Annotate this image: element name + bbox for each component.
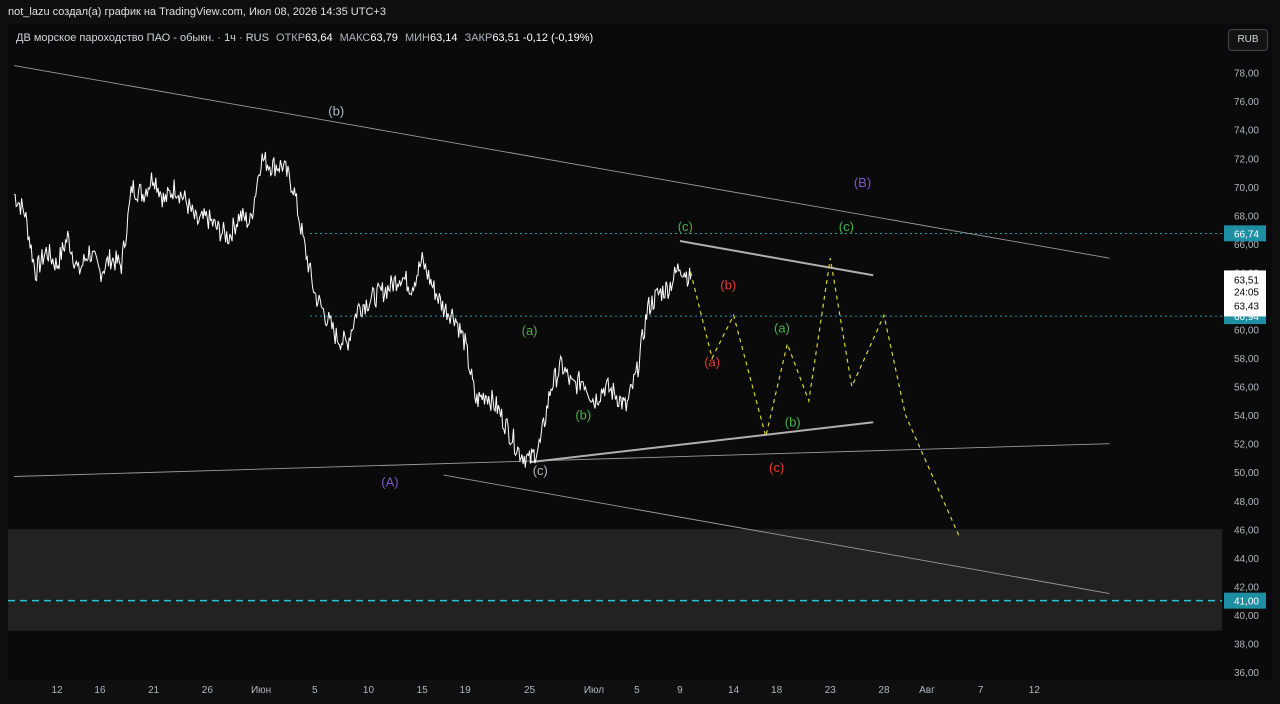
wave-label: (a) bbox=[774, 320, 790, 335]
x-tick-label: 18 bbox=[771, 685, 783, 696]
trend-line bbox=[14, 443, 1110, 477]
high-label: МАКС bbox=[339, 32, 371, 44]
wave-label: (c) bbox=[678, 219, 693, 234]
low-value: 63,14 bbox=[429, 32, 458, 44]
x-tick-label: 12 bbox=[1029, 685, 1041, 696]
x-tick-label: 14 bbox=[728, 685, 740, 696]
x-tick-label: 26 bbox=[202, 685, 214, 696]
y-tick-label: 40,00 bbox=[1234, 611, 1259, 622]
y-tick-label: 68,00 bbox=[1234, 211, 1259, 222]
prev-price-tag: 63,43 bbox=[1234, 301, 1259, 312]
y-tick-label: 48,00 bbox=[1234, 497, 1259, 508]
currency-button[interactable]: RUB bbox=[1228, 29, 1268, 51]
x-tick-label: Июл bbox=[584, 685, 604, 696]
y-tick-label: 66,00 bbox=[1234, 240, 1259, 251]
close-label: ЗАКР bbox=[464, 32, 493, 44]
x-tick-label: 9 bbox=[677, 685, 683, 696]
legend-dot: · bbox=[217, 32, 221, 44]
x-tick-label: 23 bbox=[825, 685, 837, 696]
price-chart[interactable]: (b)(B)(A)(c)(a)(b)(c)(b)(a)(c)(a)(b)(c) … bbox=[0, 0, 1280, 704]
open-value: 63,64 bbox=[305, 32, 333, 44]
x-tick-label: Авг bbox=[919, 685, 935, 696]
y-tick-label: 54,00 bbox=[1234, 411, 1259, 422]
interval-label[interactable]: 1ч bbox=[224, 32, 236, 44]
y-tick-label: 56,00 bbox=[1234, 383, 1259, 394]
wave-label: (a) bbox=[704, 355, 720, 370]
x-tick-label: 16 bbox=[94, 685, 106, 696]
x-tick-label: Июн bbox=[251, 685, 271, 696]
y-tick-label: 46,00 bbox=[1234, 525, 1259, 536]
wave-label: (b) bbox=[328, 103, 344, 118]
last-price-tag: 63,51 bbox=[1234, 275, 1259, 286]
symbol-legend: ДВ морское пароходство ПАО - обыкн. · 1ч… bbox=[16, 32, 593, 44]
x-tick-label: 21 bbox=[148, 685, 160, 696]
level-price-tag: 41,00 bbox=[1234, 597, 1259, 608]
wave-label: (b) bbox=[785, 415, 801, 430]
y-tick-label: 44,00 bbox=[1234, 554, 1259, 565]
wave-label: (c) bbox=[769, 460, 784, 475]
symbol-name[interactable]: ДВ морское пароходство ПАО - обыкн. bbox=[16, 32, 214, 44]
y-tick-label: 42,00 bbox=[1234, 582, 1259, 593]
x-tick-label: 5 bbox=[312, 685, 318, 696]
wave-label: (a) bbox=[522, 323, 538, 338]
y-tick-label: 50,00 bbox=[1234, 468, 1259, 479]
high-value: 63,79 bbox=[370, 32, 398, 44]
y-tick-label: 70,00 bbox=[1234, 183, 1259, 194]
legend-dot: · bbox=[238, 32, 243, 44]
trend-line bbox=[13, 65, 1110, 259]
y-tick-label: 76,00 bbox=[1234, 97, 1259, 108]
trend-line bbox=[679, 240, 874, 277]
x-tick-label: 28 bbox=[878, 685, 890, 696]
level-price-tag: 66,74 bbox=[1234, 229, 1259, 240]
x-tick-label: 19 bbox=[460, 685, 472, 696]
y-tick-label: 58,00 bbox=[1234, 354, 1259, 365]
x-tick-label: 12 bbox=[51, 685, 63, 696]
x-tick-label: 10 bbox=[363, 685, 375, 696]
support-zone bbox=[8, 529, 1222, 631]
x-tick-label: 15 bbox=[417, 685, 429, 696]
forecast-path bbox=[690, 258, 960, 537]
wave-label: (c) bbox=[533, 463, 548, 478]
wave-label: (b) bbox=[720, 278, 736, 293]
bar-countdown: 24:05 bbox=[1234, 287, 1259, 298]
open-label: ОТКР bbox=[276, 32, 306, 44]
y-tick-label: 74,00 bbox=[1234, 126, 1259, 137]
exchange-label: RUS bbox=[245, 32, 269, 44]
y-tick-label: 38,00 bbox=[1234, 639, 1259, 650]
close-value: 63,51 bbox=[492, 32, 520, 44]
x-tick-label: 25 bbox=[524, 685, 536, 696]
x-tick-label: 7 bbox=[978, 685, 984, 696]
y-tick-label: 36,00 bbox=[1234, 668, 1259, 679]
y-tick-label: 78,00 bbox=[1234, 69, 1259, 80]
wave-label: (c) bbox=[839, 219, 854, 234]
wave-label: (B) bbox=[854, 175, 871, 190]
y-tick-label: 72,00 bbox=[1234, 154, 1259, 165]
low-label: МИН bbox=[404, 32, 430, 44]
change-value: -0,12 (-0,19%) bbox=[522, 32, 594, 44]
wave-label: (A) bbox=[381, 474, 398, 489]
y-tick-label: 60,00 bbox=[1234, 326, 1259, 337]
x-tick-label: 5 bbox=[634, 685, 640, 696]
wave-label: (b) bbox=[575, 407, 591, 422]
y-tick-label: 52,00 bbox=[1234, 440, 1259, 451]
